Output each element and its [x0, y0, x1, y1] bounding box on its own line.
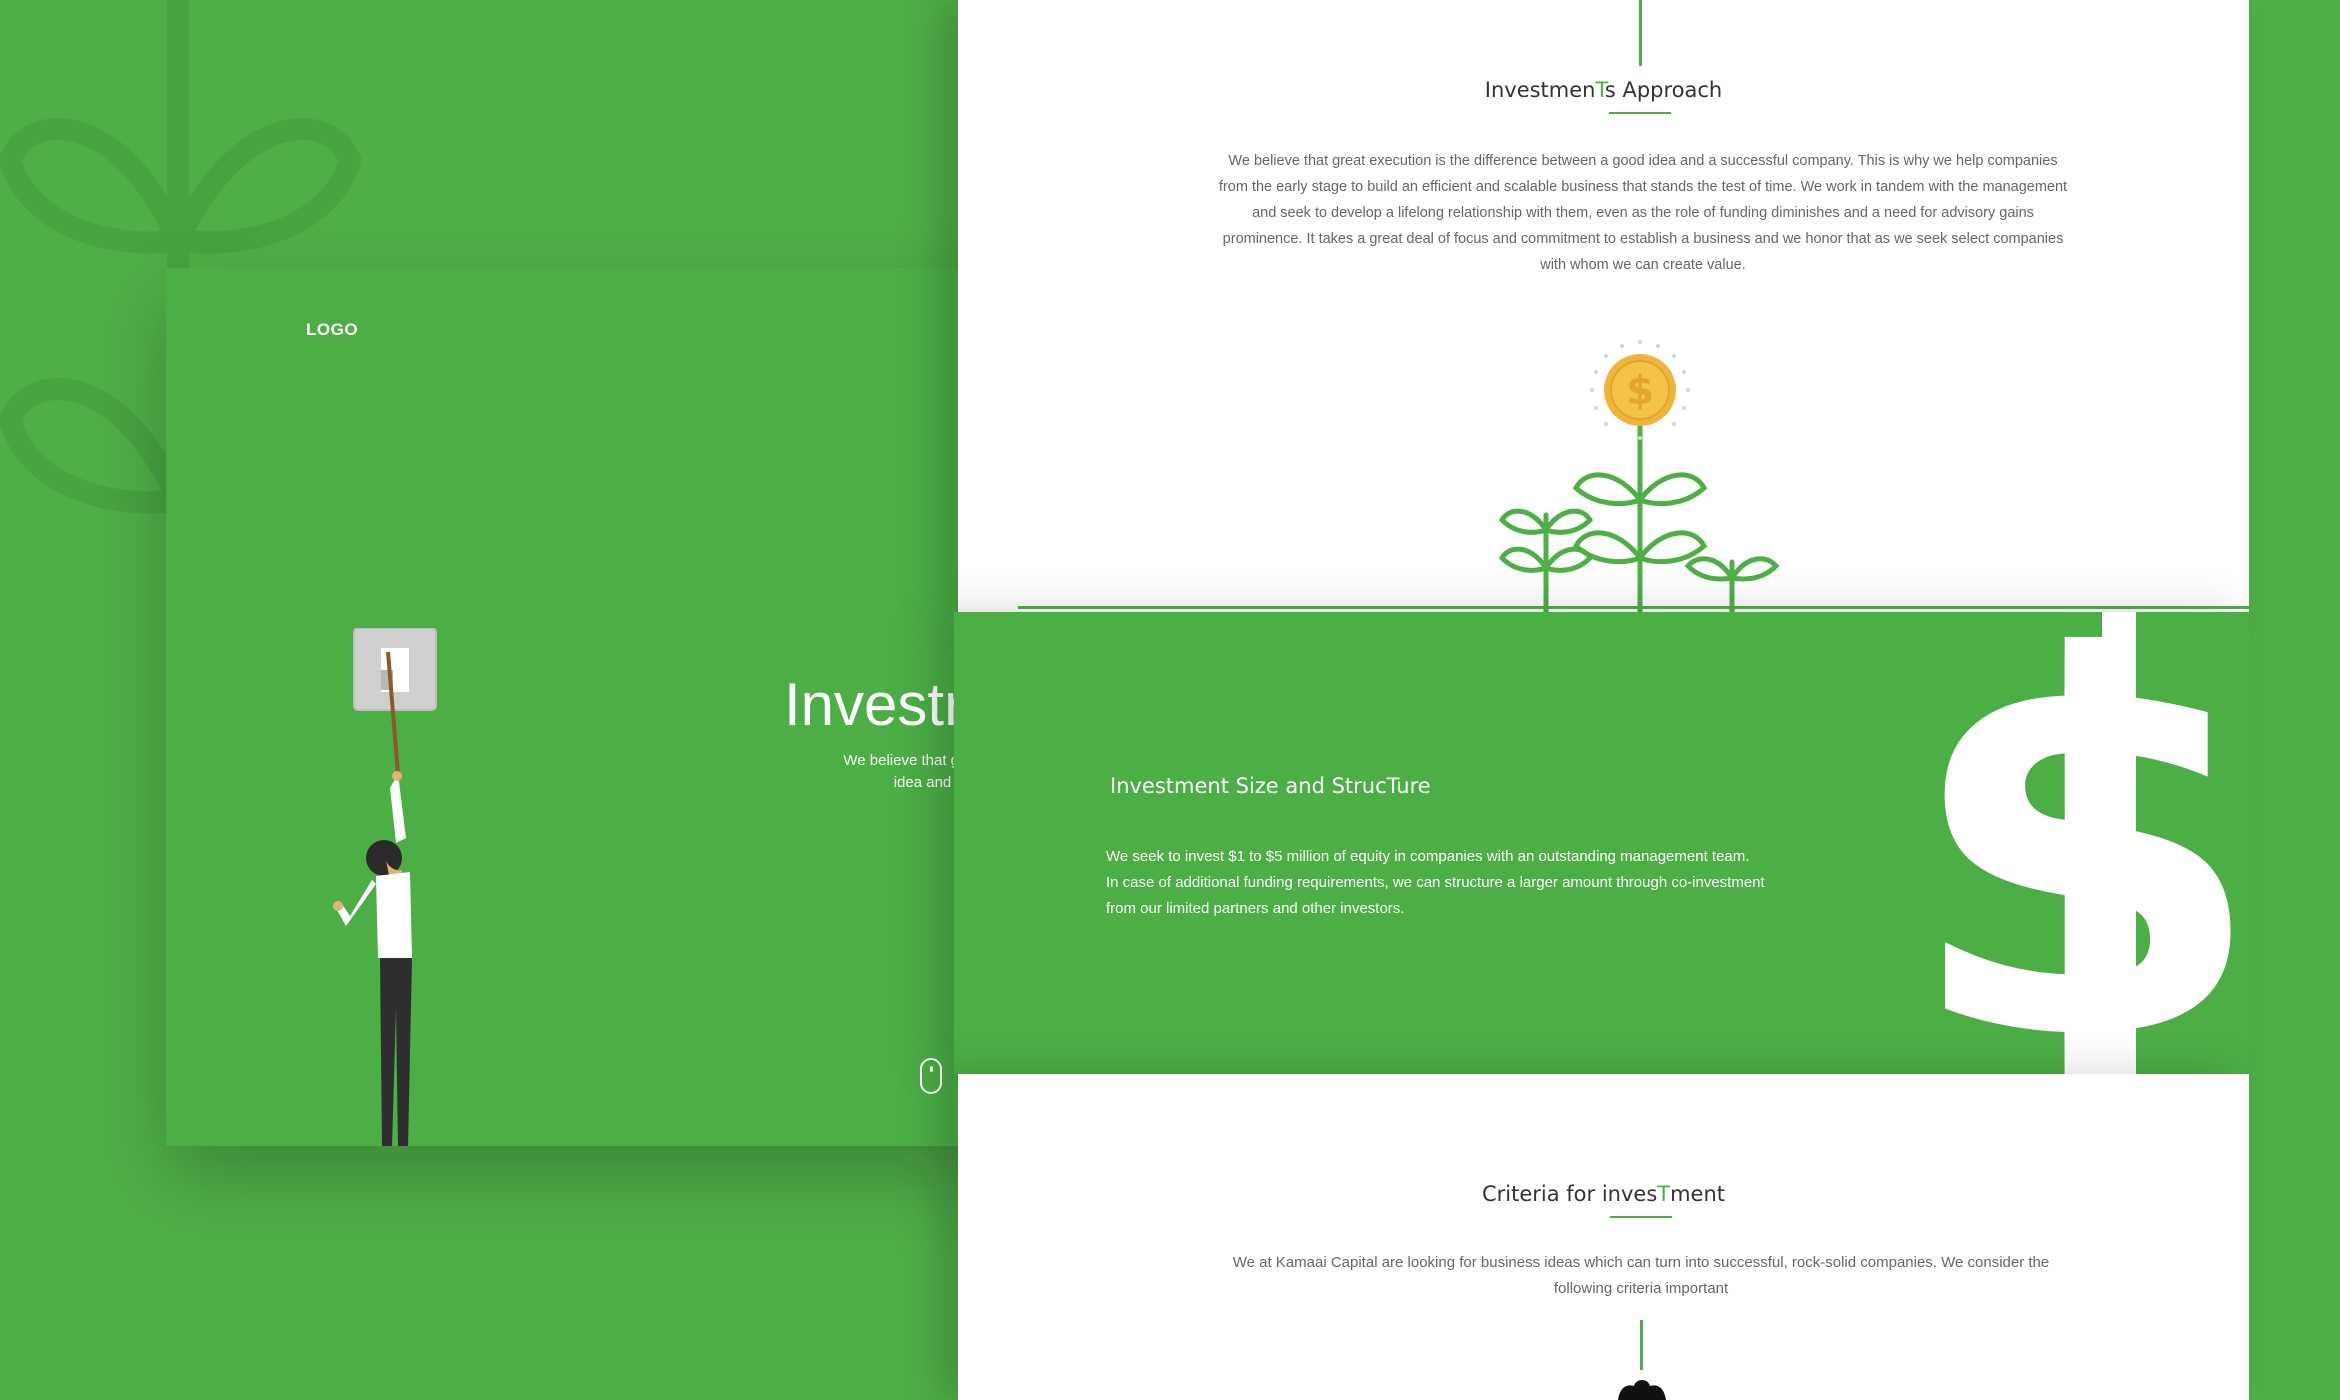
criteria-title-post: ment — [1670, 1182, 1726, 1206]
criteria-title-pre: Criteria for inves — [1481, 1182, 1658, 1206]
approach-title-underline — [1609, 112, 1671, 114]
criteria-title-underline — [1610, 1216, 1672, 1218]
logo[interactable]: LOGO — [306, 320, 358, 340]
big-dollar-symbol: $ — [1904, 612, 2249, 1074]
approach-title-post: s Approach — [1604, 78, 1723, 102]
money-plant-illustration: $ — [1498, 340, 1780, 612]
approach-title-pre: Investmen — [1484, 78, 1596, 102]
size-line1: We seek to invest $1 to $5 million of eq… — [1106, 848, 1750, 865]
size-body: We seek to invest $1 to $5 million of eq… — [1106, 844, 1826, 922]
approach-body: We believe that great execution is the d… — [1218, 153, 2068, 273]
investment-approach-section: InvestmenTs Approach We believe that gre… — [958, 0, 2249, 612]
hero-title: Investr — [784, 671, 965, 738]
investment-size-section: $ Investment Size and StrucTure We seek … — [954, 612, 2249, 1074]
approach-title: InvestmenTs Approach — [958, 78, 2249, 102]
criteria-title-accent: T — [1657, 1182, 1671, 1206]
ground-line — [1018, 606, 2249, 609]
size-title: Investment Size and StrucTure — [1110, 774, 1431, 798]
size-line3: from our limited partners and other inve… — [1106, 900, 1405, 917]
top-stem-line — [1639, 0, 1642, 66]
criteria-title: Criteria for invesTment — [958, 1182, 2249, 1206]
criteria-stem-line — [1640, 1320, 1643, 1370]
criteria-section: Criteria for invesTment We at Kamaai Cap… — [958, 1074, 2249, 1400]
size-line2: In case of additional funding requiremen… — [1106, 874, 1765, 891]
hero-card: LOGO Investr We believe that great execu… — [166, 268, 1000, 1146]
man-switching-light-illustration — [333, 628, 437, 1146]
criteria-sprout-icon — [1618, 1380, 1666, 1400]
dollar-vertical-bar — [2102, 612, 2136, 1074]
coin-dollar-symbol: $ — [1626, 368, 1654, 414]
scroll-mouse-icon[interactable] — [920, 1058, 942, 1094]
criteria-body: We at Kamaai Capital are looking for bus… — [1232, 1254, 2050, 1297]
approach-title-accent: T — [1595, 78, 1605, 102]
